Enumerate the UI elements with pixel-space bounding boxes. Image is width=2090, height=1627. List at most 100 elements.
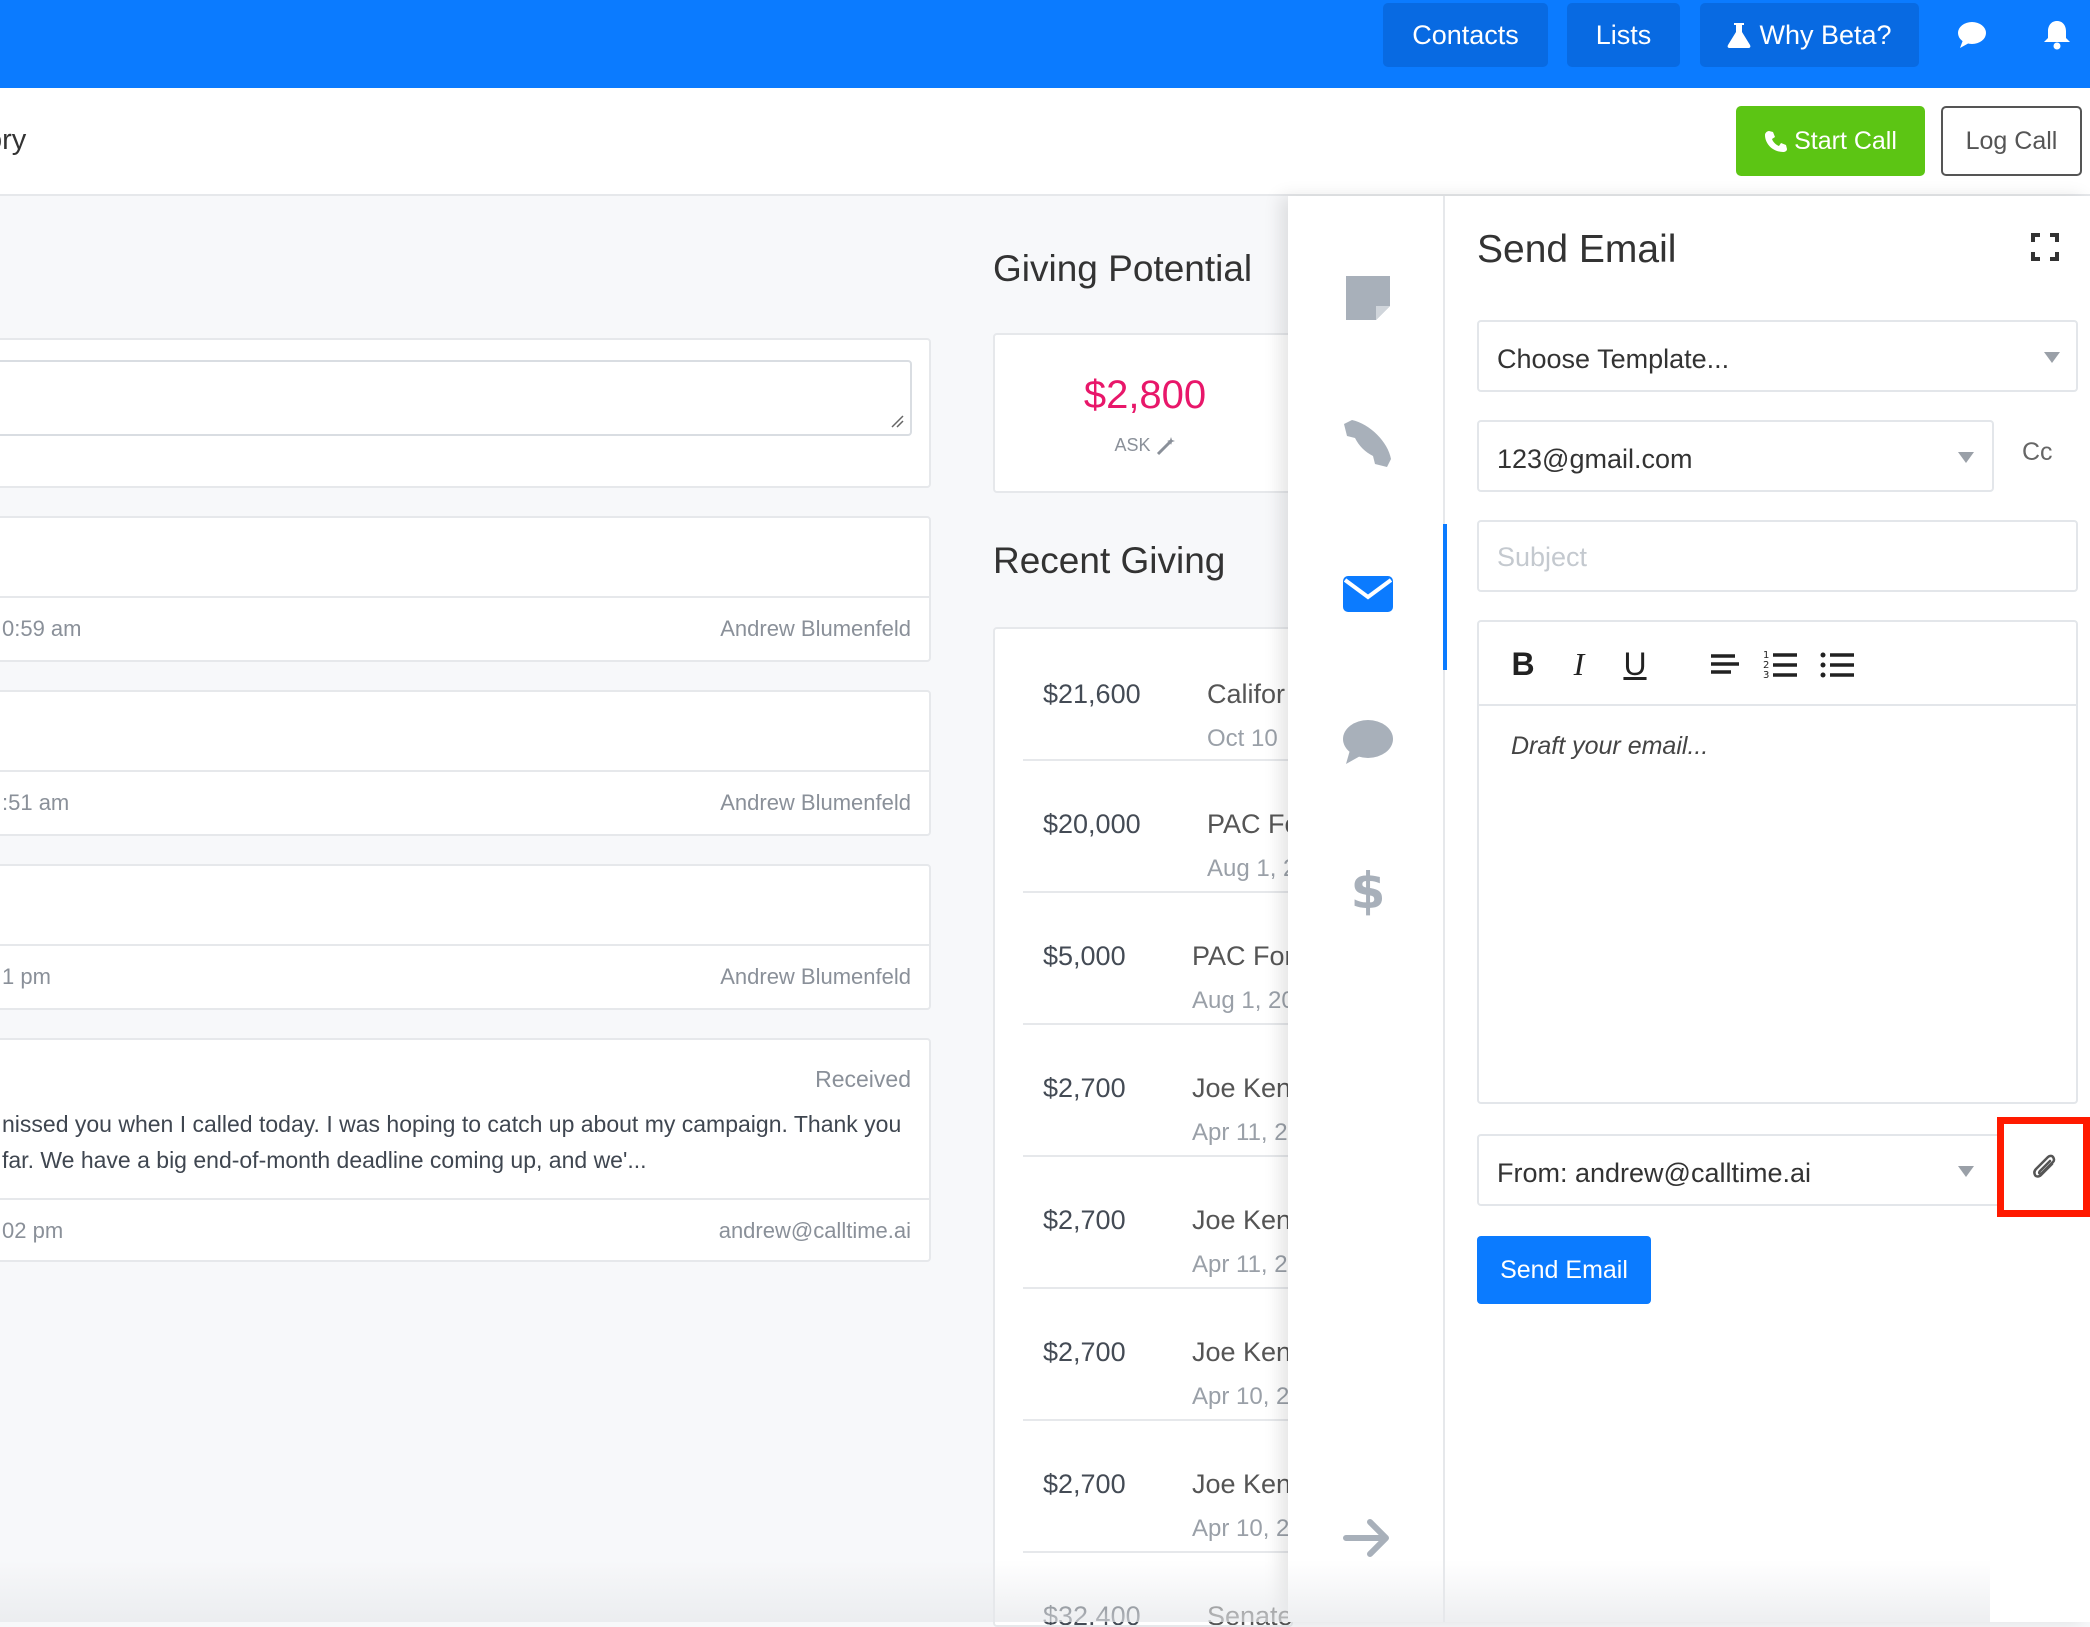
giving-amount: $2,700: [1043, 1073, 1126, 1103]
to-select[interactable]: 123@gmail.com: [1477, 420, 1994, 492]
entry-author: Andrew Blumenfeld: [720, 616, 911, 641]
giving-row[interactable]: $5,000 PAC For Aug 1, 20: [1023, 893, 1293, 1025]
nav-lists-label: Lists: [1595, 19, 1652, 50]
align-left-icon[interactable]: [1705, 644, 1745, 684]
phone-icon[interactable]: [1340, 416, 1396, 472]
phone-icon: [1764, 129, 1788, 153]
message-icon[interactable]: [1340, 714, 1396, 770]
giving-potential-title: Giving Potential: [993, 248, 1253, 289]
giving-row[interactable]: $2,700 Joe Ken Apr 10, 2: [1023, 1421, 1292, 1553]
entry-author: Andrew Blumenfeld: [720, 964, 911, 989]
ask-amount: $2,800: [1083, 373, 1207, 417]
bell-icon[interactable]: [2040, 18, 2074, 52]
giving-row[interactable]: $2,700 Joe Ken Apr 10, 2: [1023, 1289, 1292, 1421]
recent-giving-title: Recent Giving: [993, 540, 1226, 581]
giving-potential-card: $2,800 ASK: [993, 333, 1293, 493]
nav-why-beta-button[interactable]: Why Beta?: [1700, 3, 1919, 67]
cc-toggle[interactable]: Cc: [2022, 438, 2053, 467]
start-call-label: Start Call: [1794, 126, 1897, 155]
subject-placeholder: Subject: [1497, 542, 1588, 572]
giving-amount: $5,000: [1043, 941, 1126, 971]
history-entry[interactable]: 0:59 am Andrew Blumenfeld: [0, 516, 931, 662]
note-input[interactable]: [0, 360, 912, 436]
giving-row[interactable]: $21,600 Califor Oct 10: [1023, 629, 1291, 761]
dollar-icon[interactable]: $: [1340, 862, 1396, 918]
rail-active-indicator: [1443, 524, 1447, 670]
giving-date: Aug 1, 2: [1207, 855, 1293, 882]
log-call-button[interactable]: Log Call: [1941, 106, 2082, 176]
giving-row[interactable]: $20,000 PAC Fo Aug 1, 2: [1023, 761, 1293, 893]
note-icon[interactable]: [1340, 270, 1396, 326]
history-message-entry[interactable]: Received nissed you when I called today.…: [0, 1038, 931, 1262]
giving-date: Apr 11, 2: [1192, 1119, 1288, 1146]
email-body-editor[interactable]: B I U 123 Draft your email...: [1477, 620, 2078, 1104]
giving-recipient: Califor: [1207, 679, 1286, 709]
giving-row[interactable]: $2,700 Joe Ken Apr 11, 2: [1023, 1025, 1292, 1157]
message-status: Received: [815, 1066, 911, 1092]
giving-amount: $32,400: [1043, 1601, 1141, 1627]
giving-recipient: Joe Ken: [1192, 1073, 1292, 1103]
start-call-button[interactable]: Start Call: [1736, 106, 1925, 176]
entry-time: :51 am: [2, 790, 70, 815]
svg-text:3: 3: [1763, 670, 1769, 681]
giving-recipient: Joe Ken: [1192, 1337, 1292, 1367]
ordered-list-icon[interactable]: 123: [1761, 644, 1801, 684]
entry-time: 02 pm: [2, 1218, 64, 1243]
italic-button[interactable]: I: [1559, 644, 1599, 684]
giving-row[interactable]: $32,400 Senate: [1023, 1553, 1291, 1627]
paperclip-icon: [2030, 1152, 2060, 1184]
ask-label: ASK: [1114, 435, 1151, 455]
template-select-value: Choose Template...: [1497, 344, 1730, 374]
nav-contacts-button[interactable]: Contacts: [1383, 3, 1548, 67]
editor-toolbar: B I U 123: [1479, 622, 2076, 706]
from-select[interactable]: From: andrew@calltime.ai: [1477, 1134, 2002, 1206]
resize-handle-icon[interactable]: [890, 414, 904, 428]
history-entry[interactable]: :51 am Andrew Blumenfeld: [0, 690, 931, 836]
giving-amount: $21,600: [1043, 679, 1141, 709]
giving-date: Apr 10, 2: [1192, 1383, 1290, 1410]
panel-icon-rail: $: [1290, 196, 1445, 1622]
giving-amount: $2,700: [1043, 1205, 1126, 1235]
svg-text:$: $: [1351, 862, 1386, 918]
chevron-down-icon: [2044, 352, 2060, 363]
bullet-list-icon[interactable]: [1817, 644, 1857, 684]
send-email-button[interactable]: Send Email: [1477, 1236, 1651, 1304]
send-email-title: Send Email: [1477, 228, 1677, 271]
nav-contacts-label: Contacts: [1412, 19, 1519, 50]
chevron-down-icon: [1958, 1166, 1974, 1177]
expand-icon[interactable]: [2030, 232, 2060, 262]
subject-input[interactable]: Subject: [1477, 520, 2078, 592]
magic-wand-icon[interactable]: [1156, 436, 1176, 456]
log-call-label: Log Call: [1965, 126, 2058, 155]
template-select[interactable]: Choose Template...: [1477, 320, 2078, 392]
from-select-value: From: andrew@calltime.ai: [1497, 1158, 1811, 1188]
to-select-value: 123@gmail.com: [1497, 444, 1693, 474]
ask-label-row: ASK: [995, 435, 1295, 456]
underline-button[interactable]: U: [1615, 644, 1655, 684]
giving-date: Aug 1, 20: [1192, 987, 1293, 1014]
chevron-down-icon: [1958, 452, 1974, 463]
arrow-right-icon[interactable]: [1340, 1510, 1396, 1566]
recent-giving-card: $21,600 Califor Oct 10 $20,000 PAC Fo Au…: [993, 627, 1293, 1627]
entry-time: 0:59 am: [2, 616, 82, 641]
giving-recipient: PAC Fo: [1207, 809, 1293, 839]
note-card: [0, 338, 931, 488]
email-body-placeholder: Draft your email...: [1511, 732, 1709, 760]
flask-icon: [1727, 21, 1751, 49]
history-entry[interactable]: 1 pm Andrew Blumenfeld: [0, 864, 931, 1010]
attach-file-button[interactable]: [1997, 1117, 2090, 1217]
giving-row[interactable]: $2,700 Joe Ken Apr 11, 2: [1023, 1157, 1292, 1289]
giving-recipient: Joe Ken: [1192, 1469, 1292, 1499]
giving-recipient: PAC For: [1192, 941, 1293, 971]
chat-icon[interactable]: [1955, 18, 1989, 52]
page-title: ory: [0, 124, 27, 156]
entry-time: 1 pm: [2, 964, 51, 989]
nav-lists-button[interactable]: Lists: [1567, 3, 1680, 67]
message-preview: nissed you when I called today. I was ho…: [2, 1111, 902, 1173]
top-nav: Contacts Lists Why Beta?: [0, 0, 2090, 88]
giving-recipient: Joe Ken: [1192, 1205, 1292, 1235]
bold-button[interactable]: B: [1503, 644, 1543, 684]
entry-author: andrew@calltime.ai: [718, 1218, 911, 1243]
giving-date: Apr 11, 2: [1192, 1251, 1288, 1278]
email-icon[interactable]: [1340, 566, 1396, 622]
